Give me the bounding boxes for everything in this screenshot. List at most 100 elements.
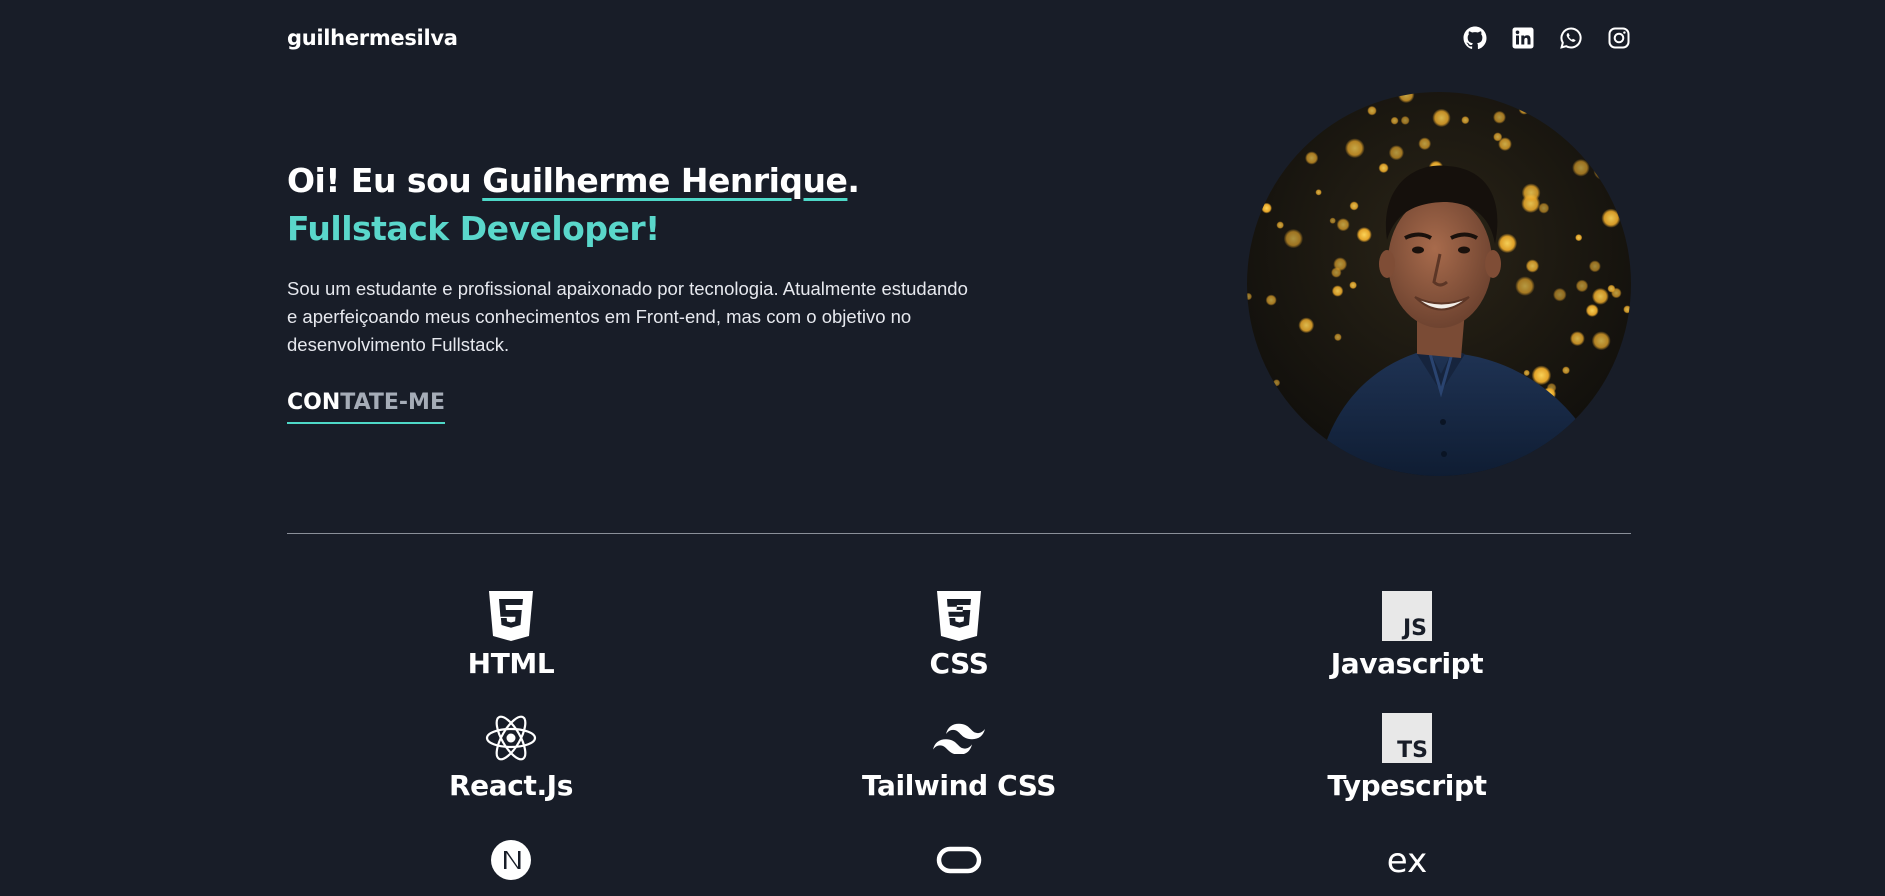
bokeh-light — [1585, 304, 1599, 317]
svg-text:TS: TS — [1397, 738, 1428, 763]
bokeh-light — [1305, 98, 1325, 119]
bokeh-light — [1349, 281, 1357, 290]
bokeh-light — [1461, 116, 1470, 125]
bokeh-light — [1275, 101, 1288, 114]
bokeh-light — [1367, 105, 1377, 116]
bokeh-light — [1493, 132, 1503, 142]
bokeh-light — [1579, 144, 1586, 151]
linkedin-icon[interactable] — [1511, 26, 1535, 50]
bokeh-light — [1329, 217, 1336, 224]
bokeh-light — [1296, 143, 1303, 150]
bokeh-light — [1591, 331, 1611, 351]
bokeh-light — [1276, 221, 1284, 229]
bokeh-light — [1601, 208, 1621, 228]
bokeh-light — [1265, 294, 1277, 306]
hero-role: Fullstack Developer! — [287, 209, 660, 248]
bokeh-light — [1521, 183, 1541, 203]
typescript-icon: TS — [1381, 712, 1433, 764]
bokeh-light — [1569, 331, 1585, 347]
skill-typescript: TS Typescript — [1207, 712, 1607, 804]
html5-icon — [485, 590, 537, 642]
bokeh-light — [1333, 257, 1348, 272]
page: guilhermesilva Oi! Eu sou Guilherme Henr… — [0, 0, 1885, 896]
react-icon — [485, 712, 537, 764]
bokeh-light — [1513, 92, 1524, 102]
skill-label: Tailwind CSS — [861, 769, 1057, 802]
nextjs-icon — [485, 834, 537, 886]
bokeh-light — [1432, 108, 1451, 128]
bokeh-light — [1515, 276, 1535, 296]
contact-label-highlight: CON — [287, 390, 341, 415]
tailwind-icon — [933, 712, 985, 764]
bokeh-light — [1356, 227, 1372, 243]
bokeh-light — [1390, 116, 1399, 125]
skill-react: React.Js — [311, 712, 711, 804]
skill-label: Javascript — [1330, 647, 1484, 680]
bokeh-light — [1497, 233, 1518, 254]
bokeh-light — [1250, 193, 1262, 205]
social-links — [1463, 26, 1631, 50]
bokeh-light — [1593, 161, 1612, 180]
bokeh-light — [1575, 234, 1583, 242]
oracle-icon — [933, 834, 985, 886]
section-divider — [287, 533, 1631, 534]
bokeh-light — [1298, 317, 1315, 334]
hero-title: Oi! Eu sou Guilherme Henrique. — [287, 158, 860, 204]
bokeh-light — [1553, 287, 1567, 302]
bokeh-light — [1336, 218, 1350, 232]
bokeh-light — [1260, 177, 1274, 191]
bokeh-light — [1592, 93, 1603, 104]
bokeh-light — [1331, 285, 1344, 297]
bokeh-light — [1588, 260, 1601, 273]
svg-text:ex: ex — [1387, 842, 1427, 878]
skill-label: Typescript — [1327, 769, 1487, 802]
bokeh-light — [1388, 145, 1404, 161]
github-icon[interactable] — [1463, 26, 1487, 50]
skill-label: HTML — [467, 647, 555, 680]
contact-button[interactable]: CONTATE-ME — [287, 388, 445, 424]
bokeh-light — [1378, 162, 1389, 174]
profile-photo — [1247, 92, 1631, 476]
bokeh-light — [1562, 366, 1570, 375]
bokeh-light — [1493, 110, 1506, 124]
skill-label: CSS — [929, 647, 989, 680]
bokeh-light — [1620, 363, 1631, 381]
header: guilhermesilva — [287, 22, 1631, 54]
whatsapp-icon[interactable] — [1559, 26, 1583, 50]
skill-css: CSS — [759, 590, 1159, 682]
bokeh-light — [1273, 379, 1281, 387]
skill-label: React.Js — [449, 769, 573, 802]
hero-description: Sou um estudante e profissional apaixona… — [287, 278, 968, 355]
bokeh-light — [1572, 159, 1590, 177]
bokeh-light — [1591, 287, 1609, 305]
svg-text:JS: JS — [1401, 616, 1427, 641]
bokeh-light — [1283, 228, 1304, 249]
skill-javascript: JS Javascript — [1207, 590, 1607, 682]
hero-name: Guilherme Henrique — [482, 161, 848, 200]
skill-oracle — [759, 834, 1159, 890]
bokeh-light — [1258, 115, 1265, 123]
bokeh-light — [1305, 151, 1319, 165]
bokeh-light — [1261, 202, 1272, 214]
site-logo[interactable]: guilhermesilva — [287, 26, 458, 50]
bokeh-light — [1315, 189, 1322, 196]
bokeh-light — [1518, 103, 1530, 115]
css3-icon — [933, 590, 985, 642]
instagram-icon[interactable] — [1607, 26, 1631, 50]
bokeh-light — [1249, 103, 1266, 121]
skill-express: ex — [1207, 834, 1607, 890]
javascript-icon: JS — [1381, 590, 1433, 642]
skill-html: HTML — [311, 590, 711, 682]
bokeh-light — [1523, 369, 1530, 377]
hero-greeting-suffix: . — [847, 161, 860, 200]
skill-tailwind: Tailwind CSS — [759, 712, 1159, 804]
bokeh-light — [1269, 406, 1283, 420]
bokeh-light — [1349, 201, 1359, 211]
bokeh-light — [1418, 137, 1432, 151]
bokeh-light — [1575, 279, 1589, 293]
hero-greeting: Oi! Eu sou — [287, 161, 483, 200]
contact-label-rest: TATE-ME — [340, 390, 445, 415]
bokeh-light — [1276, 92, 1290, 99]
bokeh-light — [1344, 138, 1365, 159]
bokeh-light — [1400, 115, 1410, 125]
